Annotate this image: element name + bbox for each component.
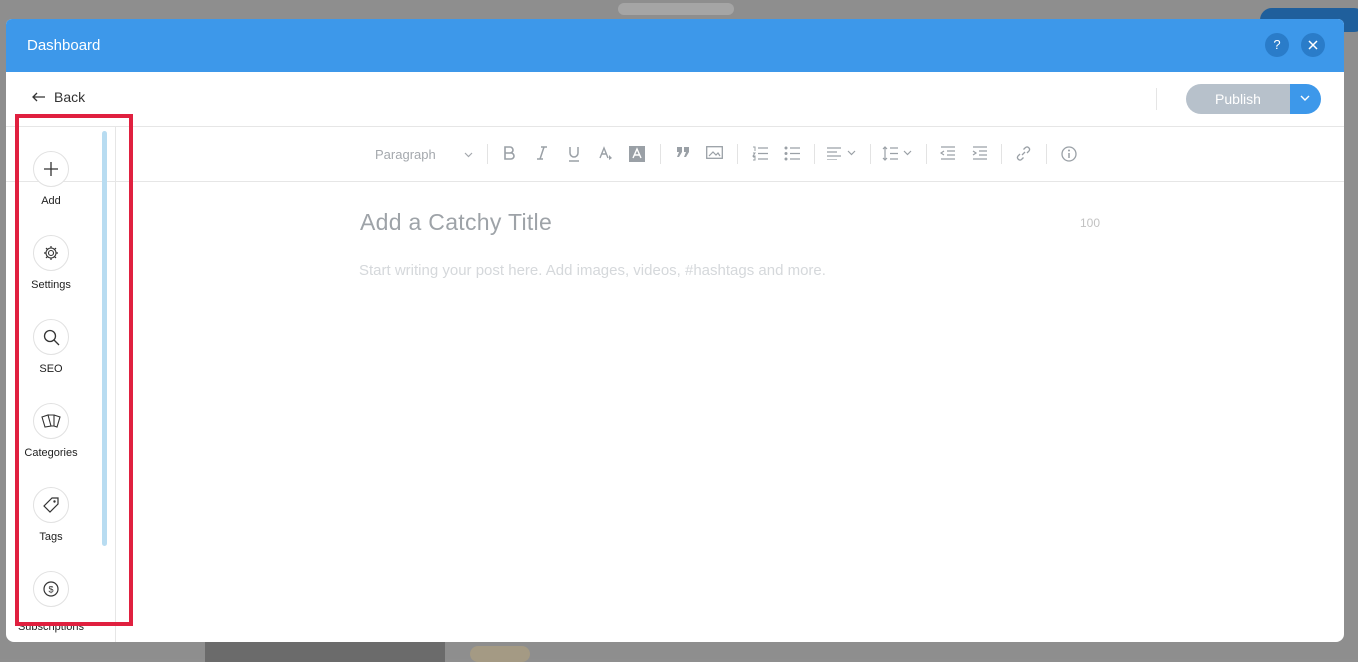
- toolbar-separator: [926, 144, 927, 164]
- post-body-editor[interactable]: Start writing your post here. Add images…: [359, 262, 826, 279]
- line-spacing-icon[interactable]: [882, 146, 914, 161]
- paragraph-style-label: Paragraph: [375, 147, 436, 162]
- underline-icon[interactable]: [567, 146, 581, 162]
- align-icon[interactable]: [826, 146, 858, 160]
- chevron-down-icon: [1300, 95, 1310, 101]
- quote-icon[interactable]: [676, 146, 690, 158]
- link-icon[interactable]: [1016, 146, 1031, 161]
- modal-title: Dashboard: [27, 37, 101, 54]
- formatting-toolbar: Paragraph: [6, 127, 1344, 182]
- toolbar-separator: [487, 144, 488, 164]
- indent-increase-icon[interactable]: [972, 146, 988, 160]
- title-character-count: 100: [1080, 216, 1101, 230]
- toolbar-separator: [870, 144, 871, 164]
- dashboard-modal: Dashboard ? Back Publish Paragraph Add a…: [6, 19, 1344, 642]
- toolbar-separator: [1046, 144, 1047, 164]
- toolbar-separator: [660, 144, 661, 164]
- bullet-list-icon[interactable]: [784, 146, 800, 161]
- back-label: Back: [54, 89, 86, 105]
- back-button[interactable]: Back: [32, 89, 85, 105]
- bold-icon[interactable]: [503, 146, 515, 160]
- arrow-left-icon: [32, 92, 45, 102]
- topbar-divider: [1156, 88, 1157, 110]
- post-title-input[interactable]: Add a Catchy Title: [360, 209, 552, 236]
- modal-header: Dashboard ?: [6, 19, 1344, 72]
- background-image: [205, 642, 445, 662]
- publish-button[interactable]: Publish: [1186, 84, 1290, 114]
- paragraph-style-select[interactable]: Paragraph: [375, 147, 473, 162]
- publish-options-button[interactable]: [1290, 84, 1321, 114]
- chevron-down-icon: [464, 152, 473, 158]
- indent-decrease-icon[interactable]: [940, 146, 956, 160]
- background-image-2: [470, 646, 530, 662]
- highlight-icon[interactable]: [629, 146, 645, 162]
- close-button[interactable]: [1301, 33, 1325, 57]
- sidebar-highlight-box: [15, 114, 133, 626]
- close-icon: [1308, 40, 1318, 50]
- toolbar-separator: [737, 144, 738, 164]
- toolbar-separator: [1001, 144, 1002, 164]
- italic-icon[interactable]: [536, 146, 548, 160]
- image-icon[interactable]: [706, 146, 723, 159]
- info-icon[interactable]: [1061, 146, 1077, 162]
- text-color-icon[interactable]: [598, 146, 614, 161]
- background-handle: [618, 3, 734, 15]
- toolbar-separator: [814, 144, 815, 164]
- numbered-list-icon[interactable]: [752, 146, 768, 161]
- editor-topbar: Back Publish: [6, 72, 1344, 127]
- help-button[interactable]: ?: [1265, 33, 1289, 57]
